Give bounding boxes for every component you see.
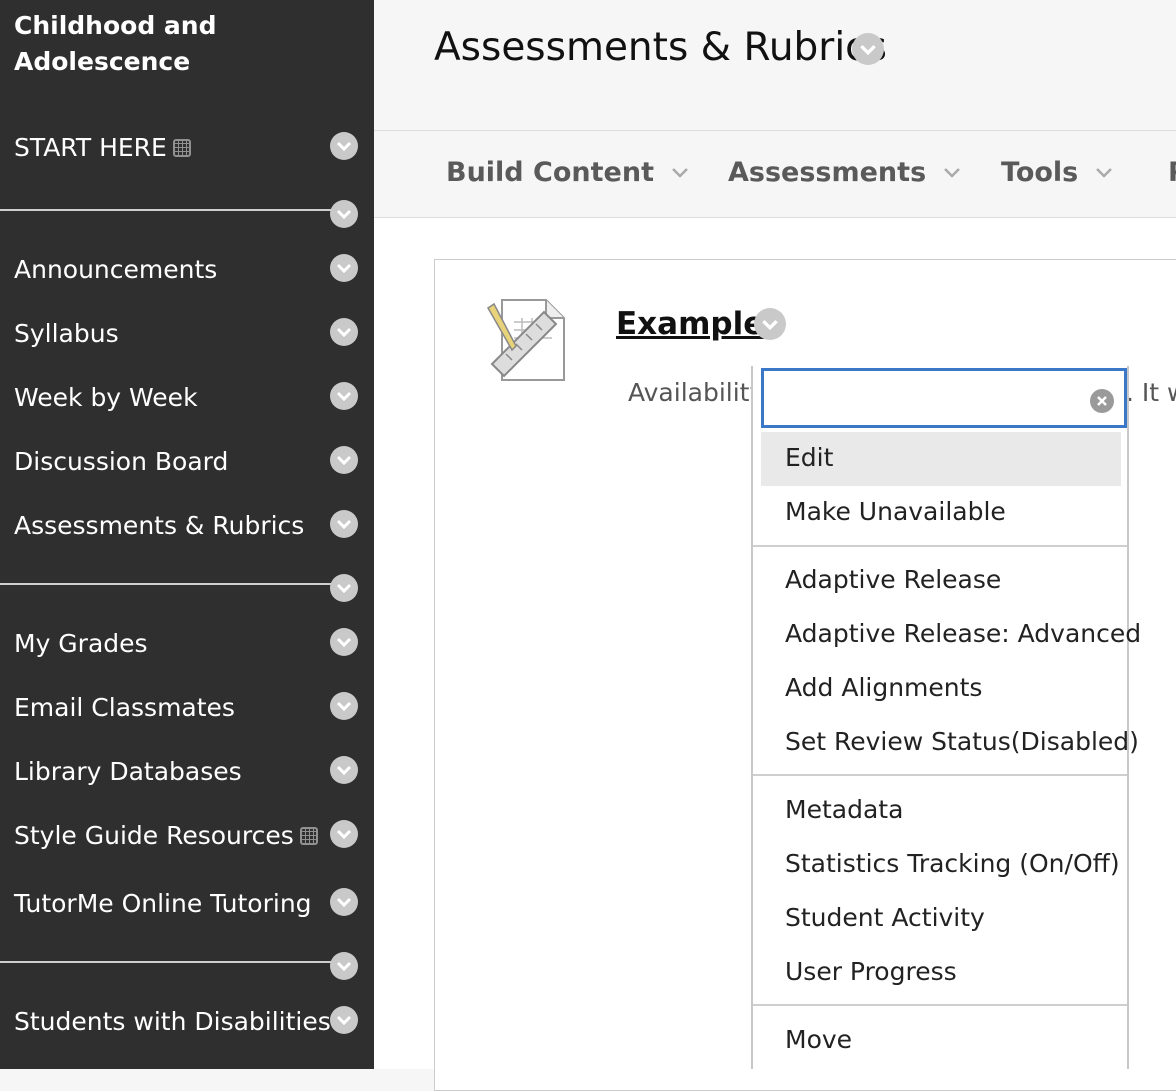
menu-item-set-review-status[interactable]: Set Review Status(Disabled): [785, 726, 1139, 758]
menu-item-adaptive-release[interactable]: Adaptive Release: [785, 564, 1001, 596]
sidebar-item-my-grades[interactable]: My Grades: [14, 628, 148, 660]
menu-filter-input[interactable]: [761, 368, 1127, 428]
sidebar-item-label: Syllabus: [14, 319, 119, 348]
sidebar-item-label: Email Classmates: [14, 693, 235, 722]
menu-item-metadata[interactable]: Metadata: [785, 794, 903, 826]
menu-item-make-unavailable[interactable]: Make Unavailable: [785, 496, 1006, 528]
external-link-icon: [172, 139, 191, 157]
chevron-down-icon[interactable]: [330, 888, 358, 916]
caret-down-icon: [672, 168, 688, 178]
clear-icon[interactable]: [1090, 389, 1114, 413]
chevron-down-icon[interactable]: [852, 33, 884, 65]
sidebar-item-email-classmates[interactable]: Email Classmates: [14, 692, 235, 724]
sidebar-divider: [0, 583, 344, 585]
chevron-down-icon[interactable]: [330, 628, 358, 656]
caret-down-icon: [944, 168, 961, 178]
sidebar-item-style-guide-resources[interactable]: Style Guide Resources: [14, 820, 318, 852]
chevron-down-icon[interactable]: [330, 254, 358, 282]
sidebar-item-label: Library Databases: [14, 757, 242, 786]
item-context-menu: Edit Make Unavailable Adaptive Release A…: [751, 366, 1141, 1069]
chevron-down-icon[interactable]: [330, 574, 358, 602]
course-title-line2: Adolescence: [14, 47, 191, 76]
build-content-button[interactable]: Build Content: [446, 157, 688, 188]
action-toolbar: Build Content Assessments Tools P: [374, 130, 1176, 218]
chevron-down-icon[interactable]: [330, 132, 358, 160]
partial-toolbar-button[interactable]: P: [1168, 157, 1176, 188]
menu-item-adaptive-release-advanced[interactable]: Adaptive Release: Advanced: [785, 618, 1141, 650]
chevron-down-icon[interactable]: [330, 446, 358, 474]
menu-item-add-alignments[interactable]: Add Alignments: [785, 672, 982, 704]
sidebar-divider: [0, 209, 344, 211]
menu-item-statistics-tracking[interactable]: Statistics Tracking (On/Off): [785, 848, 1120, 880]
course-title[interactable]: Childhood and Adolescence: [14, 8, 217, 80]
availability-text: Availability: [628, 378, 765, 407]
chevron-down-icon[interactable]: [330, 756, 358, 784]
sidebar-item-start-here[interactable]: START HERE: [14, 132, 191, 164]
sidebar-item-label: TutorMe Online Tutoring: [14, 889, 312, 918]
course-menu-sidebar: Childhood and Adolescence START HERE Ann…: [0, 0, 374, 1069]
content-item-title-link[interactable]: Example: [616, 306, 764, 342]
sidebar-item-label: Assessments & Rubrics: [14, 511, 305, 540]
menu-separator: [753, 545, 1127, 547]
menu-item-edit[interactable]: Edit: [785, 442, 833, 474]
chevron-down-icon[interactable]: [330, 510, 358, 538]
sidebar-item-library-databases[interactable]: Library Databases: [14, 756, 242, 788]
course-title-line1: Childhood and: [14, 11, 217, 40]
chevron-down-icon[interactable]: [754, 308, 786, 340]
external-link-icon: [299, 827, 318, 845]
page-title: Assessments & Rubrics: [434, 25, 887, 70]
sidebar-item-tutorme[interactable]: TutorMe Online Tutoring: [14, 888, 312, 920]
menu-item-move[interactable]: Move: [785, 1024, 852, 1056]
sidebar-item-label: Announcements: [14, 255, 218, 284]
chevron-down-icon[interactable]: [330, 1006, 358, 1034]
sidebar-item-discussion-board[interactable]: Discussion Board: [14, 446, 228, 478]
sidebar-item-syllabus[interactable]: Syllabus: [14, 318, 119, 350]
sidebar-item-students-with-disabilities[interactable]: Students with Disabilities: [14, 1006, 331, 1038]
menu-item-user-progress[interactable]: User Progress: [785, 956, 957, 988]
caret-down-icon: [1096, 168, 1113, 178]
test-document-icon: [487, 299, 565, 381]
menu-item-student-activity[interactable]: Student Activity: [785, 902, 985, 934]
sidebar-item-label: My Grades: [14, 629, 148, 658]
sidebar-item-label: START HERE: [14, 133, 167, 162]
page-header: Assessments & Rubrics: [374, 0, 1176, 130]
availability-text-tail: . It w: [1126, 378, 1176, 407]
sidebar-item-label: Week by Week: [14, 383, 198, 412]
toolbar-label: P: [1168, 157, 1176, 188]
chevron-down-icon[interactable]: [330, 382, 358, 410]
chevron-down-icon[interactable]: [330, 692, 358, 720]
menu-separator: [753, 1004, 1127, 1006]
menu-separator: [753, 774, 1127, 776]
sidebar-item-announcements[interactable]: Announcements: [14, 254, 217, 286]
sidebar-item-week-by-week[interactable]: Week by Week: [14, 382, 198, 414]
chevron-down-icon[interactable]: [330, 318, 358, 346]
sidebar-divider: [0, 961, 344, 963]
chevron-down-icon[interactable]: [330, 952, 358, 980]
assessments-button[interactable]: Assessments: [728, 157, 961, 188]
chevron-down-icon[interactable]: [330, 820, 358, 848]
sidebar-item-label: Discussion Board: [14, 447, 229, 476]
toolbar-label: Tools: [1001, 157, 1079, 188]
sidebar-item-assessments-rubrics[interactable]: Assessments & Rubrics: [14, 510, 304, 542]
toolbar-label: Build Content: [446, 157, 654, 188]
toolbar-label: Assessments: [728, 157, 927, 188]
sidebar-item-label: Style Guide Resources: [14, 821, 294, 850]
sidebar-item-label: Students with Disabilities: [14, 1007, 331, 1036]
chevron-down-icon[interactable]: [330, 200, 358, 228]
tools-button[interactable]: Tools: [1001, 157, 1113, 188]
